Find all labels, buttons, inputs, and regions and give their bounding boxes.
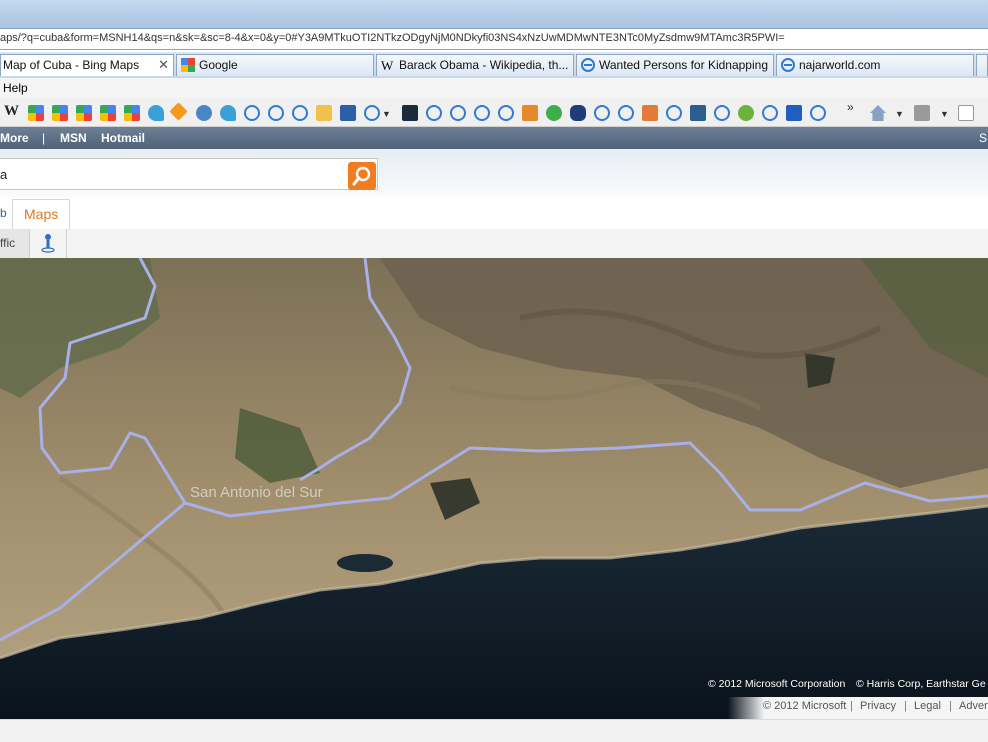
search-query[interactable]: a <box>0 167 7 182</box>
nav-msn-link[interactable]: MSN <box>60 131 87 145</box>
tab-maps-label: Maps <box>24 206 59 222</box>
rss-icon[interactable] <box>914 105 930 121</box>
nav-separator: | <box>42 131 46 145</box>
chevrons-icon[interactable]: » <box>847 100 857 116</box>
tab-label: Google <box>199 58 238 72</box>
google-icon[interactable] <box>52 105 68 121</box>
ie-page-icon <box>781 58 795 72</box>
bookmark-icon[interactable] <box>738 105 754 121</box>
status-bar <box>0 719 988 742</box>
bookmark-icon[interactable] <box>316 105 332 121</box>
bookmark-icon[interactable] <box>169 102 188 121</box>
tab-strip: Map of Cuba - Bing Maps ✕ Google W Barac… <box>0 52 988 79</box>
bookmark-icon[interactable] <box>148 105 164 121</box>
tab-wikipedia[interactable]: W Barack Obama - Wikipedia, th... <box>376 54 574 76</box>
footer-separator: | <box>949 700 952 712</box>
ie-page-icon[interactable] <box>618 105 634 121</box>
footer-separator: | <box>850 700 853 712</box>
search-input[interactable]: a <box>0 158 378 190</box>
search-area: a <box>0 149 988 197</box>
refresh-icon[interactable] <box>546 105 562 121</box>
menu-help[interactable]: Help <box>3 81 28 95</box>
menu-bar: Help <box>0 78 988 99</box>
bookmark-icon[interactable] <box>220 105 236 121</box>
ie-page-icon[interactable] <box>498 105 514 121</box>
bookmark-icon[interactable] <box>522 105 538 121</box>
footer-copyright: © 2012 Microsoft <box>763 700 847 712</box>
nav-signin-link[interactable]: S <box>979 131 987 145</box>
tab-najarworld[interactable]: najarworld.com <box>776 54 974 76</box>
ie-page-icon[interactable] <box>762 105 778 121</box>
wikipedia-icon[interactable]: W <box>4 103 19 119</box>
map-place-label[interactable]: San Antonio del Sur <box>190 484 323 501</box>
chevron-down-icon[interactable]: ▼ <box>940 109 949 125</box>
footer-advertise-link[interactable]: Adver <box>959 700 988 712</box>
nav-more-link[interactable]: More <box>0 131 29 145</box>
nav-hotmail-link[interactable]: Hotmail <box>101 131 145 145</box>
footer-legal-link[interactable]: Legal <box>914 700 941 712</box>
footer-bar: © 2012 Microsoft | Privacy | Legal | Adv… <box>728 697 988 719</box>
ie-page-icon[interactable] <box>244 105 260 121</box>
ie-page-icon[interactable] <box>292 105 308 121</box>
satellite-imagery <box>0 258 988 719</box>
address-url[interactable]: aps/?q=cuba&form=MSNH14&qs=n&sk=&sc=8-4&… <box>0 32 785 44</box>
google-icon[interactable] <box>76 105 92 121</box>
home-icon[interactable] <box>870 105 886 121</box>
google-icon[interactable] <box>28 105 44 121</box>
favorites-bar: W ▼ » ▼ ▼ <box>0 98 988 127</box>
ie-page-icon[interactable] <box>364 105 380 121</box>
tab-maps[interactable]: Maps <box>12 199 70 229</box>
ie-page-icon[interactable] <box>666 105 682 121</box>
ie-page-icon[interactable] <box>594 105 610 121</box>
bookmark-icon[interactable] <box>402 105 418 121</box>
bookmark-icon[interactable] <box>786 105 802 121</box>
ie-page-icon[interactable] <box>268 105 284 121</box>
footer-separator: | <box>904 700 907 712</box>
google-icon <box>181 58 195 72</box>
bookmark-icon[interactable] <box>196 105 212 121</box>
google-icon[interactable] <box>124 105 140 121</box>
tab-google[interactable]: Google <box>176 54 374 76</box>
wikipedia-icon: W <box>381 58 394 72</box>
person-location-icon <box>41 234 55 253</box>
close-tab-icon[interactable]: ✕ <box>158 57 169 73</box>
scope-tab-prev[interactable]: b <box>0 206 7 220</box>
window-titlebar <box>0 0 988 28</box>
traffic-button[interactable]: ffic <box>0 229 30 258</box>
map-copyright: © 2012 Microsoft Corporation <box>708 678 846 690</box>
bookmark-icon[interactable] <box>340 105 356 121</box>
new-tab-button[interactable] <box>976 54 988 76</box>
tab-label: Map of Cuba - Bing Maps <box>3 58 140 72</box>
chevron-down-icon[interactable]: ▼ <box>895 109 904 125</box>
ie-page-icon <box>581 58 595 72</box>
bookmark-icon[interactable] <box>570 105 586 121</box>
tab-bing-maps[interactable]: Map of Cuba - Bing Maps ✕ <box>0 54 174 76</box>
chevron-down-icon[interactable]: ▼ <box>382 109 391 125</box>
tab-label: Barack Obama - Wikipedia, th... <box>399 58 569 72</box>
bookmark-icon[interactable] <box>690 105 706 121</box>
search-icon <box>352 166 371 186</box>
imagery-copyright: © Harris Corp, Earthstar Ge <box>856 678 986 690</box>
google-icon[interactable] <box>100 105 116 121</box>
bookmark-icon[interactable] <box>642 105 658 121</box>
tab-label: Wanted Persons for Kidnapping <box>599 58 768 72</box>
address-bar[interactable]: aps/?q=cuba&form=MSNH14&qs=n&sk=&sc=8-4&… <box>0 28 988 50</box>
tab-label: najarworld.com <box>799 58 881 72</box>
svg-text:W: W <box>381 58 394 72</box>
map-toolbar: ffic <box>0 229 988 259</box>
ie-page-icon[interactable] <box>426 105 442 121</box>
footer-privacy-link[interactable]: Privacy <box>860 700 896 712</box>
scope-bar: b Maps <box>0 197 988 230</box>
ie-page-icon[interactable] <box>714 105 730 121</box>
tab-wanted-persons[interactable]: Wanted Persons for Kidnapping <box>576 54 774 76</box>
mail-icon[interactable] <box>958 105 974 121</box>
traffic-label: ffic <box>0 236 16 250</box>
bing-nav-bar: More | MSN Hotmail S <box>0 127 988 149</box>
ie-page-icon[interactable] <box>450 105 466 121</box>
search-button[interactable] <box>348 162 376 190</box>
locate-me-button[interactable] <box>30 229 67 258</box>
map-canvas[interactable]: San Antonio del Sur © 2012 Microsoft Cor… <box>0 258 988 719</box>
ie-page-icon[interactable] <box>474 105 490 121</box>
ie-page-icon[interactable] <box>810 105 826 121</box>
